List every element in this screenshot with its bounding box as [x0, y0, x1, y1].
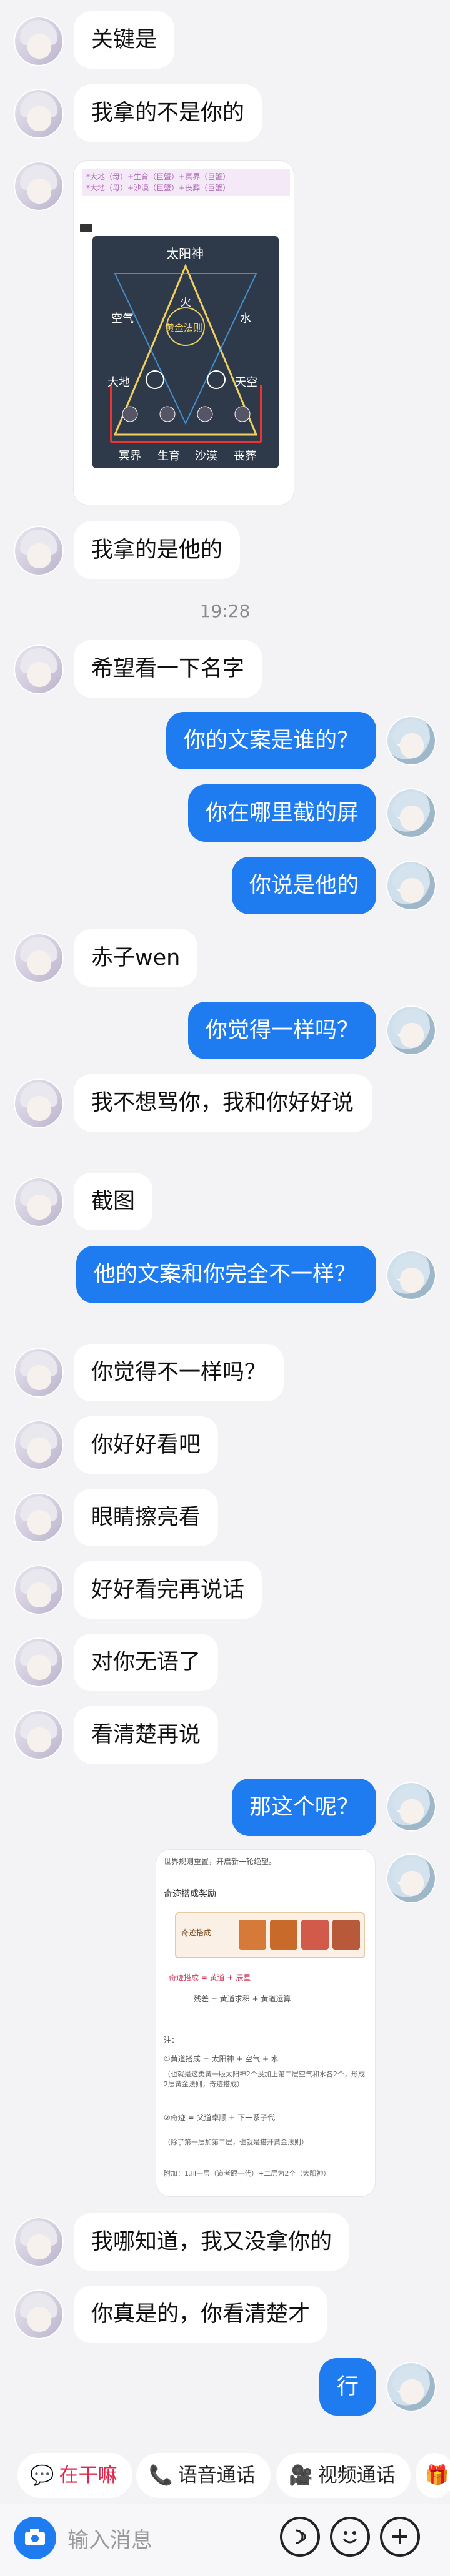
gift-icon: 🎁	[425, 2464, 449, 2487]
message-bubble[interactable]: 看清楚再说	[74, 1706, 219, 1764]
avatar[interactable]	[14, 2289, 64, 2339]
image-text: 奇迹搭成 = 黄道 + 辰星	[169, 1973, 251, 1982]
image-caption: *大地（母）+沙漠（巨蟹）+丧葬（巨蟹）	[86, 184, 231, 192]
chip-more[interactable]: 🎁	[416, 2453, 450, 2498]
input-bar: 输入消息	[0, 2504, 450, 2576]
heart-icon: 💬	[30, 2464, 54, 2487]
quick-actions-bar: 💬 在干嘛 📞 语音通话 🎥 视频通话 🎁	[0, 2453, 450, 2504]
message-bubble[interactable]: 你好好看吧	[74, 1416, 219, 1474]
avatar[interactable]	[386, 2362, 436, 2412]
image-text: （除了第一层加第二层，也就是搭开黄金法则）	[164, 2138, 308, 2146]
node-label: 大地	[108, 376, 130, 389]
avatar[interactable]	[14, 526, 64, 576]
image-message[interactable]: *大地（母）+生育（巨蟹）+冥界（巨蟹） *大地（母）+沙漠（巨蟹）+丧葬（巨蟹…	[74, 161, 294, 505]
chip-label: 视频通话	[318, 2464, 396, 2487]
image-text: 奇迹搭成	[181, 1928, 212, 1937]
avatar[interactable]	[14, 16, 64, 66]
voice-icon	[296, 2529, 306, 2544]
avatar[interactable]	[14, 161, 64, 211]
image-text: 注：	[164, 2036, 179, 2045]
message-bubble[interactable]: 希望看一下名字	[74, 640, 262, 698]
image-text: 奇迹搭成奖励	[164, 1889, 216, 1899]
image-text: ②奇迹 = 父道卓顺 + 下一系子代	[164, 2113, 276, 2122]
avatar[interactable]	[386, 1250, 436, 1300]
message-bubble[interactable]: 你在哪里截的屏	[188, 784, 376, 842]
avatar[interactable]	[386, 1782, 436, 1832]
avatar[interactable]	[14, 933, 64, 983]
node-label: 太阳神	[166, 246, 204, 261]
node-label: 空气	[111, 312, 134, 325]
phone-icon: 📞	[149, 2464, 173, 2487]
video-icon: 🎥	[289, 2464, 313, 2487]
image-text: ①黄道搭成 = 太阳神 + 空气 + 水	[164, 2055, 279, 2063]
emoji-icon	[342, 2531, 358, 2544]
avatar[interactable]	[386, 788, 436, 838]
node-label: 水	[240, 312, 251, 325]
chip-video-call[interactable]: 🎥 视频通话	[276, 2453, 411, 2498]
message-bubble[interactable]: 眼睛擦亮看	[74, 1489, 219, 1546]
image-text: （也就是这类黄一版太阳神2个没加上第二层空气和水各2个，形成2层黄金法则，奇迹搭…	[164, 2070, 365, 2088]
avatar[interactable]	[14, 89, 64, 139]
message-bubble[interactable]: 那这个呢？	[231, 1779, 376, 1836]
avatar[interactable]	[14, 1177, 64, 1227]
node-label: 黄金法则	[165, 322, 203, 333]
avatar[interactable]	[386, 1005, 436, 1055]
node-label: 沙漠	[195, 450, 218, 463]
message-bubble[interactable]: 关键是	[74, 11, 175, 69]
node-label: 火	[180, 296, 191, 309]
chip-voice-call[interactable]: 📞 语音通话	[136, 2453, 271, 2498]
avatar[interactable]	[14, 1710, 64, 1760]
timestamp: 19:28	[199, 601, 251, 621]
image-message[interactable]: 世界规则重置，开启新一轮绝望。 奇迹搭成奖励 奇迹搭成 奇迹搭成 = 黄道 + …	[156, 1850, 375, 2196]
avatar[interactable]	[386, 861, 436, 910]
pantheon-diagram: 太阳神 火 黄金法则 空气 水 大地 天空 冥界 生育 沙漠 丧葬	[92, 236, 279, 468]
message-bubble[interactable]: 行	[319, 2358, 376, 2416]
message-bubble[interactable]: 好好看完再说话	[74, 1561, 262, 1619]
image-text: 世界规则重置，开启新一轮绝望。	[164, 1857, 277, 1866]
message-bubble[interactable]: 他的文案和你完全不一样？	[76, 1246, 376, 1303]
message-bubble[interactable]: 赤子wen	[74, 929, 198, 987]
message-bubble[interactable]: 我哪知道，我又没拿你的	[74, 2213, 350, 2271]
message-bubble[interactable]: 我拿的不是你的	[74, 84, 262, 142]
avatar[interactable]	[14, 1565, 64, 1615]
message-bubble[interactable]: 你的文案是谁的？	[166, 712, 376, 769]
image-caption: *大地（母）+生育（巨蟹）+冥界（巨蟹）	[86, 172, 231, 181]
camera-button[interactable]	[14, 2517, 56, 2559]
avatar[interactable]	[14, 1348, 64, 1398]
image-text: 残差 = 黄道求积 + 黄道运算	[194, 1995, 291, 2003]
message-bubble[interactable]: 你真是的，你看清楚才	[74, 2286, 328, 2343]
message-bubble[interactable]: 截图	[74, 1173, 153, 1230]
voice-button[interactable]	[280, 2517, 320, 2557]
message-bubble[interactable]: 我不想骂你，我和你好好说	[74, 1074, 372, 1132]
avatar[interactable]	[14, 1420, 64, 1470]
plus-icon	[392, 2529, 408, 2544]
message-bubble[interactable]: 你觉得一样吗？	[188, 1002, 376, 1059]
avatar[interactable]	[14, 1493, 64, 1542]
node-label: 天空	[235, 376, 258, 389]
message-bubble[interactable]: 你说是他的	[231, 857, 376, 914]
camera-icon	[25, 2529, 45, 2545]
message-input[interactable]: 输入消息	[68, 2523, 152, 2554]
node-label: 冥界	[119, 450, 141, 463]
message-bubble[interactable]: 你觉得不一样吗？	[74, 1344, 284, 1401]
avatar[interactable]	[386, 716, 436, 766]
avatar[interactable]	[14, 644, 64, 694]
avatar[interactable]	[14, 1078, 64, 1128]
avatar[interactable]	[386, 1853, 436, 1903]
message-bubble[interactable]: 对你无语了	[74, 1634, 219, 1691]
avatar[interactable]	[14, 1637, 64, 1687]
message-bubble[interactable]: 我拿的是他的	[74, 521, 241, 579]
image-text: 附加：1.ⅠⅡ一层（道者跟一代）+二层为2个（太阳神）	[164, 2169, 331, 2178]
chip-label: 语音通话	[178, 2464, 256, 2487]
scroll-marker	[80, 224, 92, 232]
emoji-button[interactable]	[330, 2517, 370, 2557]
node-label: 生育	[158, 450, 180, 463]
chip-label: 在干嘛	[59, 2464, 118, 2487]
avatar[interactable]	[14, 2217, 64, 2267]
plus-button[interactable]	[380, 2517, 420, 2557]
node-label: 丧葬	[234, 450, 256, 463]
chip-zaiganma[interactable]: 💬 在干嘛	[18, 2453, 132, 2498]
